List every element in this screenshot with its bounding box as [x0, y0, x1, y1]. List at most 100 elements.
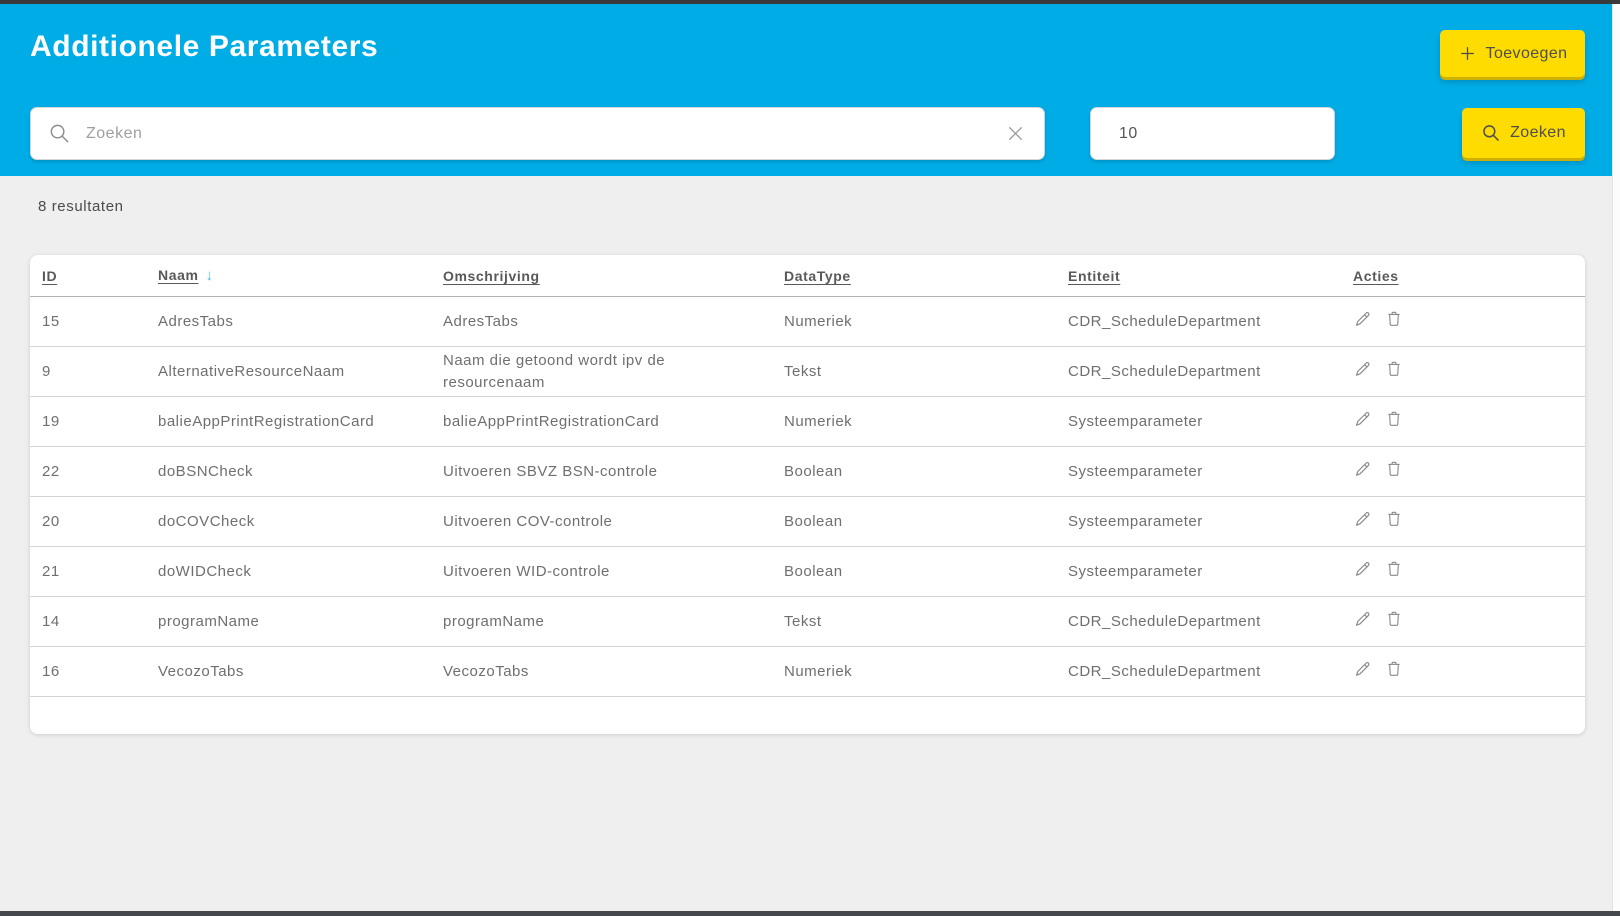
edit-button[interactable] — [1353, 608, 1372, 636]
cell-omschrijving: balieAppPrintRegistrationCard — [431, 396, 772, 447]
column-header-datatype[interactable]: DataType — [772, 255, 1056, 297]
cell-omschrijving: Uitvoeren COV-controle — [431, 496, 772, 547]
column-header-naam[interactable]: Naam ↓ — [146, 255, 431, 297]
sort-desc-icon: ↓ — [205, 267, 214, 284]
search-input[interactable] — [30, 107, 1045, 160]
cell-acties — [1341, 596, 1585, 647]
column-header-acties[interactable]: Acties — [1341, 255, 1585, 297]
cell-datatype: Tekst — [772, 596, 1056, 647]
edit-button[interactable] — [1353, 458, 1372, 486]
cell-omschrijving: Naam die getoond wordt ipv de resourcena… — [431, 346, 772, 397]
edit-button[interactable] — [1353, 308, 1372, 336]
cell-omschrijving: programName — [431, 596, 772, 647]
cell-acties — [1341, 446, 1585, 497]
edit-button[interactable] — [1353, 358, 1372, 386]
cell-id: 15 — [30, 296, 146, 347]
delete-button[interactable] — [1385, 508, 1403, 536]
search-icon — [48, 122, 71, 150]
table-row: 22 doBSNCheck Uitvoeren SBVZ BSN-controle B… — [30, 446, 1585, 497]
cell-id: 19 — [30, 396, 146, 447]
edit-button[interactable] — [1353, 408, 1372, 436]
search-button[interactable]: Zoeken — [1462, 108, 1585, 158]
cell-omschrijving: VecozoTabs — [431, 646, 772, 696]
cell-datatype: Numeriek — [772, 396, 1056, 447]
cell-entiteit: CDR_ScheduleDepartment — [1056, 346, 1341, 397]
trash-icon — [1388, 361, 1400, 376]
delete-button[interactable] — [1385, 458, 1403, 486]
cell-entiteit: CDR_ScheduleDepartment — [1056, 646, 1341, 696]
edit-button[interactable] — [1353, 658, 1372, 686]
table-header: ID Naam ↓ Omschrijving DataType Entiteit … — [30, 255, 1585, 297]
pencil-icon — [1355, 661, 1370, 676]
cell-entiteit: Systeemparameter — [1056, 446, 1341, 497]
cell-acties — [1341, 546, 1585, 597]
cell-id: 14 — [30, 596, 146, 647]
cell-naam: doCOVCheck — [146, 496, 431, 547]
add-button[interactable]: Toevoegen — [1440, 30, 1585, 77]
trash-icon — [1388, 311, 1400, 326]
delete-button[interactable] — [1385, 658, 1403, 686]
cell-acties — [1341, 346, 1585, 397]
cell-naam: VecozoTabs — [146, 646, 431, 696]
cell-entiteit: Systeemparameter — [1056, 396, 1341, 447]
table-body: 15 AdresTabs AdresTabs Numeriek CDR_Schedule… — [30, 296, 1585, 696]
table-row: 21 doWIDCheck Uitvoeren WID-controle Boolea… — [30, 546, 1585, 597]
cell-naam: doBSNCheck — [146, 446, 431, 497]
cell-acties — [1341, 646, 1585, 696]
trash-icon — [1388, 511, 1400, 526]
search-button-label: Zoeken — [1510, 124, 1566, 141]
cell-id: 21 — [30, 546, 146, 597]
cell-acties — [1341, 396, 1585, 447]
cell-omschrijving: Uitvoeren SBVZ BSN-controle — [431, 446, 772, 497]
cell-id: 20 — [30, 496, 146, 547]
cell-naam: balieAppPrintRegistrationCard — [146, 396, 431, 447]
edit-button[interactable] — [1353, 508, 1372, 536]
search-button-icon — [1481, 123, 1501, 143]
delete-button[interactable] — [1385, 358, 1403, 386]
add-button-label: Toevoegen — [1485, 44, 1568, 62]
cell-datatype: Boolean — [772, 446, 1056, 497]
trash-icon — [1388, 411, 1400, 426]
pencil-icon — [1355, 411, 1370, 426]
pencil-icon — [1355, 511, 1370, 526]
page-title: Additionele Parameters — [30, 30, 379, 63]
delete-button[interactable] — [1385, 308, 1403, 336]
cell-entiteit: CDR_ScheduleDepartment — [1056, 296, 1341, 347]
column-header-id[interactable]: ID — [30, 255, 146, 297]
pencil-icon — [1355, 561, 1370, 576]
cell-naam: AlternativeResourceNaam — [146, 346, 431, 397]
trash-icon — [1388, 461, 1400, 476]
window-top-edge — [0, 0, 1620, 4]
clear-search-icon[interactable] — [1005, 123, 1026, 149]
trash-icon — [1388, 661, 1400, 676]
cell-datatype: Numeriek — [772, 646, 1056, 696]
cell-entiteit: Systeemparameter — [1056, 546, 1341, 597]
table-header-row: ID Naam ↓ Omschrijving DataType Entiteit … — [30, 255, 1585, 297]
search-field-wrap — [30, 107, 1045, 160]
delete-button[interactable] — [1385, 558, 1403, 586]
table-row: 20 doCOVCheck Uitvoeren COV-controle Boolea… — [30, 496, 1585, 547]
trash-icon — [1388, 561, 1400, 576]
table-row: 9 AlternativeResourceNaam Naam die getoond… — [30, 346, 1585, 397]
cell-datatype: Boolean — [772, 546, 1056, 597]
pencil-icon — [1355, 461, 1370, 476]
cell-datatype: Boolean — [772, 496, 1056, 547]
delete-button[interactable] — [1385, 408, 1403, 436]
page-size-input[interactable] — [1090, 107, 1335, 160]
cell-id: 22 — [30, 446, 146, 497]
pencil-icon — [1355, 611, 1370, 626]
cell-naam: programName — [146, 596, 431, 647]
column-header-entiteit[interactable]: Entiteit — [1056, 255, 1341, 297]
cell-acties — [1341, 496, 1585, 547]
results-summary: 8 resultaten — [38, 198, 124, 215]
delete-button[interactable] — [1385, 608, 1403, 636]
parameters-table: ID Naam ↓ Omschrijving DataType Entiteit … — [30, 255, 1585, 696]
cell-naam: doWIDCheck — [146, 546, 431, 597]
edit-button[interactable] — [1353, 558, 1372, 586]
page: { "header": { "title": "Additionele Para… — [0, 0, 1620, 916]
column-header-omschrijving[interactable]: Omschrijving — [431, 255, 772, 297]
table-row: 15 AdresTabs AdresTabs Numeriek CDR_Schedule… — [30, 296, 1585, 347]
page-header: Additionele Parameters Toevoegen Zoeken … — [0, 4, 1613, 176]
window-bottom-edge — [0, 911, 1620, 916]
scrollbar-track[interactable] — [1612, 4, 1620, 911]
